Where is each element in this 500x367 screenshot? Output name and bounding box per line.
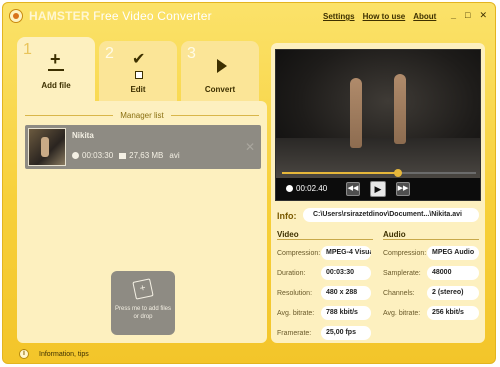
manager-panel: Manager list Nikita 00:03:30 27,63 MB av… [17, 101, 267, 343]
playback-time: 00:02.40 [286, 184, 327, 193]
video-framerate-label: Framerate: [277, 330, 312, 337]
audio-samplerate-label: Samplerate: [383, 270, 421, 277]
seek-progress [282, 172, 399, 174]
video-duration-label: Duration: [277, 270, 306, 277]
settings-link[interactable]: Settings [323, 12, 355, 21]
drop-zone-text: Press me to add files or drop [114, 306, 172, 320]
info-icon[interactable]: i [19, 349, 29, 359]
video-duration-value: 00:03:30 [321, 266, 371, 280]
preview-panel: 00:02.40 ◀◀ ▶ ▶▶ Info: C:\Users\rsirazet… [271, 43, 485, 343]
video-resolution-value: 480 x 288 [321, 286, 371, 300]
close-icon[interactable]: ✕ [479, 11, 487, 20]
audio-bitrate-label: Avg. bitrate: [383, 310, 421, 317]
maximize-icon[interactable]: □ [465, 11, 470, 20]
app-title-brand: HAMSTER [29, 9, 90, 23]
how-to-use-link[interactable]: How to use [363, 12, 406, 21]
previous-frame-button[interactable]: ◀◀ [346, 182, 360, 196]
file-row[interactable]: Nikita 00:03:30 27,63 MB avi ✕ [25, 125, 261, 169]
window-controls: _ □ ✕ [451, 11, 487, 20]
app-window: HAMSTER Free Video Converter Settings Ho… [2, 2, 496, 364]
video-resolution-label: Resolution: [277, 290, 313, 297]
file-name: Nikita [72, 131, 94, 140]
video-player[interactable]: 00:02.40 ◀◀ ▶ ▶▶ [275, 49, 481, 201]
app-title: HAMSTER Free Video Converter [29, 9, 212, 23]
remove-file-icon[interactable]: ✕ [245, 140, 255, 154]
tab-label: Edit [130, 85, 146, 94]
video-figure [350, 78, 362, 148]
plus-underline [48, 69, 64, 71]
audio-compression-value: MPEG Audio [427, 246, 479, 260]
tab-convert[interactable]: 3 Convert [181, 41, 259, 101]
divider [383, 239, 479, 240]
title-bar: HAMSTER Free Video Converter Settings Ho… [3, 3, 495, 29]
video-bitrate-label: Avg. bitrate: [277, 310, 315, 317]
tab-label: Convert [204, 85, 236, 94]
clock-icon [286, 185, 293, 192]
play-button[interactable]: ▶ [370, 181, 386, 197]
tab-label: Add file [41, 81, 71, 90]
tab-add-file[interactable]: 1 + Add file [17, 37, 95, 103]
add-files-drop-zone[interactable]: Press me to add files or drop [111, 271, 175, 335]
audio-samplerate-value: 48000 [427, 266, 479, 280]
file-path-field: C:\Users\rsirazetdinov\Document...\Nikit… [303, 208, 479, 222]
audio-heading: Audio [383, 230, 406, 239]
audio-channels-label: Channels: [383, 290, 415, 297]
file-size-value: 27,63 MB [129, 151, 164, 160]
video-compression-value: MPEG-4 Visual [321, 246, 371, 260]
step-number: 3 [187, 45, 196, 62]
playback-time-value: 00:02.40 [296, 184, 328, 193]
video-frame [276, 50, 480, 178]
clock-icon [72, 152, 79, 159]
info-tips-text: Information, tips [39, 351, 89, 358]
audio-bitrate-value: 256 kbit/s [427, 306, 479, 320]
file-ext: avi [169, 151, 180, 160]
app-title-rest: Free Video Converter [89, 9, 212, 23]
duration-value: 00:03:30 [82, 151, 114, 160]
file-size: 27,63 MB [119, 151, 163, 160]
video-figure [394, 74, 406, 144]
plus-icon: + [50, 49, 61, 69]
video-compression-label: Compression: [277, 250, 321, 257]
video-heading: Video [277, 230, 299, 239]
next-frame-button[interactable]: ▶▶ [396, 182, 410, 196]
video-framerate-value: 25,00 fps [321, 326, 371, 340]
file-meta: 00:03:30 27,63 MB avi [72, 151, 180, 160]
step-number: 2 [105, 45, 114, 62]
add-file-icon [132, 278, 154, 300]
audio-compression-label: Compression: [383, 250, 427, 257]
divider [277, 239, 373, 240]
checkbox-icon [135, 71, 143, 79]
seek-bar[interactable] [282, 169, 476, 177]
step-number: 1 [23, 41, 32, 58]
info-label: Info: [277, 211, 297, 221]
divider [171, 115, 259, 116]
duration: 00:03:30 [72, 151, 113, 160]
video-bitrate-value: 788 kbit/s [321, 306, 371, 320]
tab-edit[interactable]: 2 ✔ Edit [99, 41, 177, 101]
about-link[interactable]: About [413, 12, 436, 21]
checkmark-icon: ✔ [132, 51, 146, 68]
audio-channels-value: 2 (stereo) [427, 286, 479, 300]
player-controls: 00:02.40 ◀◀ ▶ ▶▶ [276, 178, 480, 200]
arrow-right-icon [217, 59, 227, 73]
top-nav: Settings How to use About [323, 12, 436, 21]
video-thumbnail [28, 128, 66, 166]
minimize-icon[interactable]: _ [451, 11, 456, 20]
hamster-logo-icon [9, 9, 23, 23]
disk-icon [119, 153, 127, 159]
